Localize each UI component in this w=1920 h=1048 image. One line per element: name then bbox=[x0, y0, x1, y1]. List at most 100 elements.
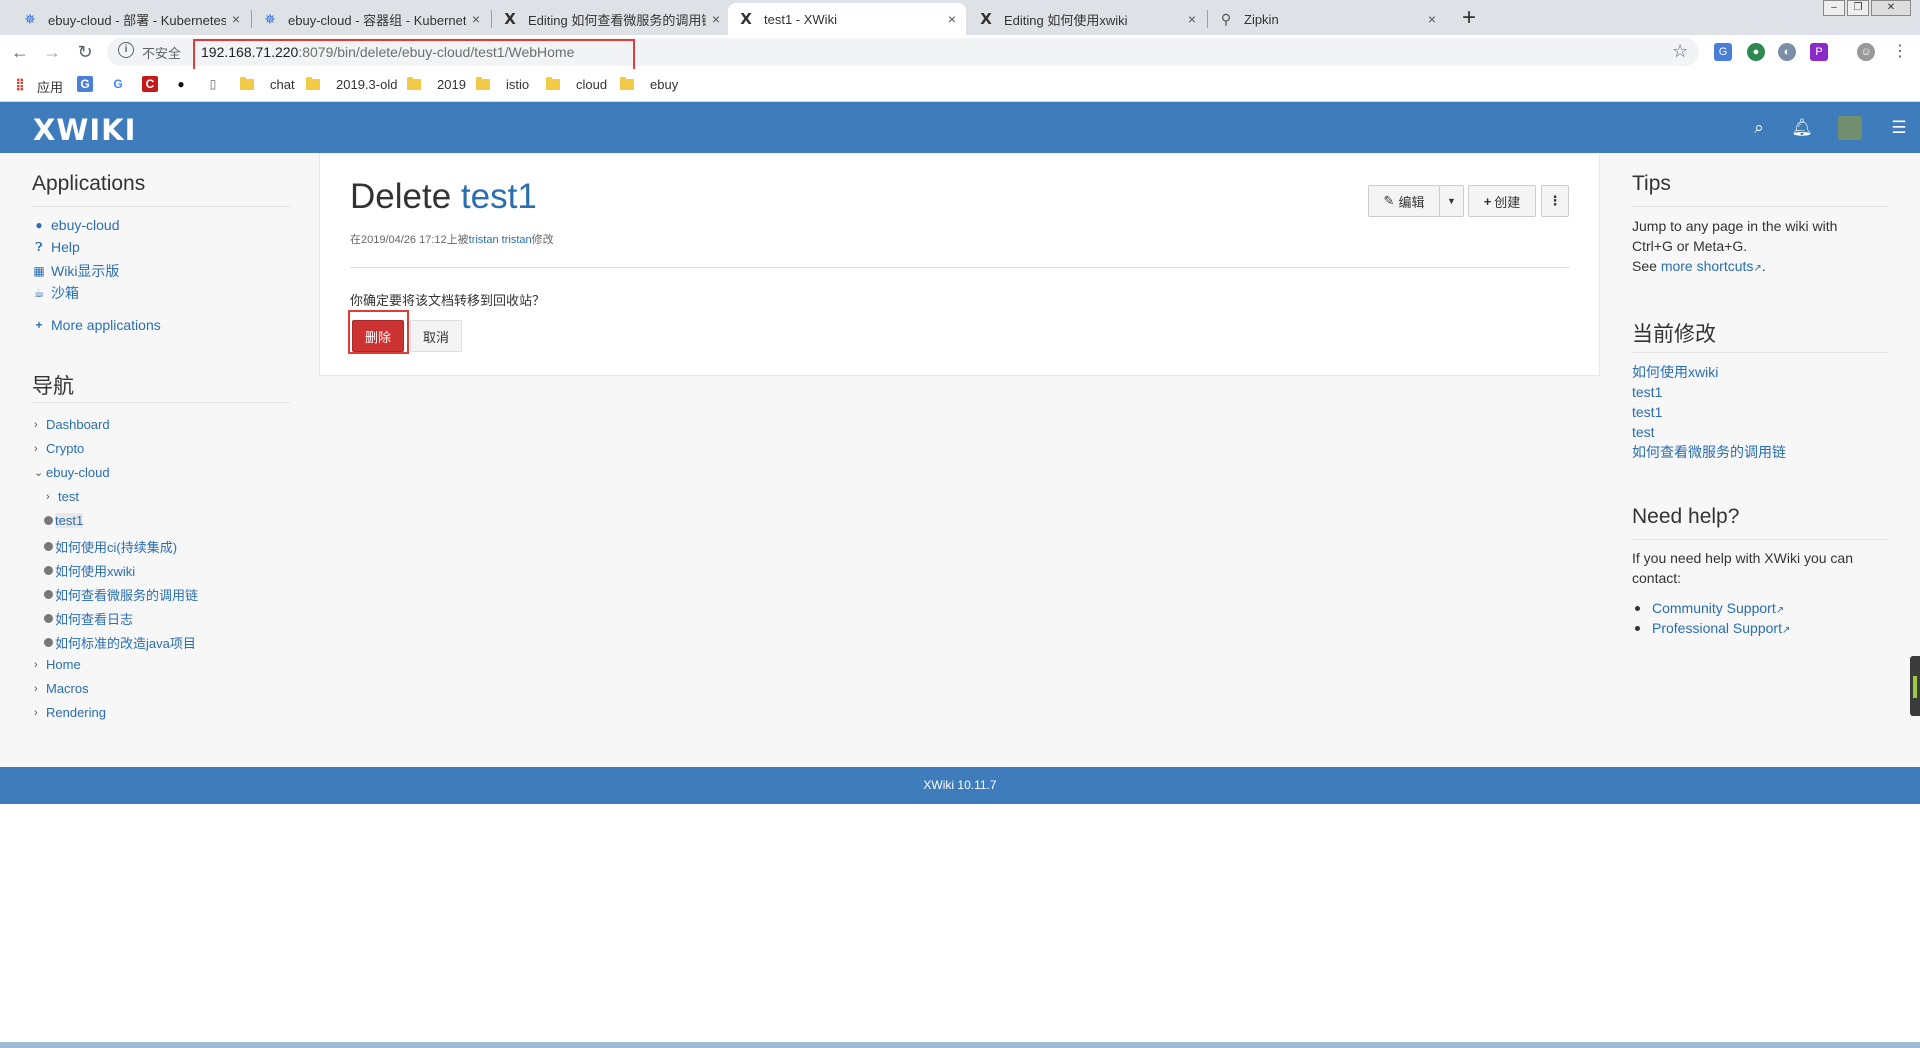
github-bookmark-icon[interactable]: ● bbox=[173, 76, 189, 92]
tree-item-rendering[interactable]: › Rendering bbox=[34, 705, 106, 720]
community-support-link[interactable]: Community Support bbox=[1652, 600, 1776, 616]
xwiki-logo[interactable]: XWIKI bbox=[33, 113, 136, 147]
bookmark-folder[interactable]: istio bbox=[476, 77, 529, 92]
more-actions-button[interactable]: ⋮ bbox=[1541, 185, 1569, 217]
tree-item-dashboard[interactable]: › Dashboard bbox=[34, 417, 110, 432]
close-icon[interactable]: × bbox=[948, 11, 956, 27]
tree-item-test1[interactable]: test1 bbox=[44, 513, 84, 528]
notification-bell-icon[interactable]: 🔔︎ bbox=[1791, 118, 1813, 138]
chevron-right-icon[interactable]: › bbox=[34, 707, 44, 719]
insecure-label: 不安全 bbox=[142, 46, 182, 61]
app-link-help[interactable]: ❓︎ Help bbox=[32, 239, 79, 255]
app-link-sandbox[interactable]: ☕︎ 沙箱 bbox=[32, 283, 79, 303]
hamburger-menu-icon[interactable]: ☰ bbox=[1888, 118, 1910, 138]
browser-tab-strip: ✵ ebuy-cloud - 部署 - Kubernetes × ✵ ebuy-… bbox=[0, 0, 1920, 35]
browser-tab-active[interactable]: X test1 - XWiki × bbox=[728, 3, 966, 35]
close-icon[interactable]: × bbox=[232, 11, 240, 27]
tree-item-macros[interactable]: › Macros bbox=[34, 681, 89, 696]
divider bbox=[1632, 539, 1888, 540]
recent-change-link[interactable]: test1 bbox=[1632, 402, 1662, 422]
tree-item-ebuy-cloud[interactable]: ⌄ ebuy-cloud bbox=[34, 465, 110, 480]
tree-item[interactable]: 如何标准的改造java项目 bbox=[44, 633, 196, 652]
bookmark-label: istio bbox=[506, 77, 530, 92]
extension-icon[interactable]: ◐ bbox=[1778, 43, 1796, 61]
xwiki-icon: X bbox=[504, 10, 516, 28]
pp-extension-icon[interactable]: P bbox=[1810, 43, 1828, 61]
bookmark-folder[interactable]: ebuy bbox=[620, 77, 678, 92]
app-link-wiki-index[interactable]: ▦ Wiki显示版 bbox=[32, 261, 119, 281]
divider bbox=[350, 267, 1570, 268]
back-icon[interactable]: ← bbox=[8, 40, 32, 64]
bookmark-star-icon[interactable]: ☆ bbox=[1672, 41, 1688, 62]
bookmark-folder[interactable]: 2019.3-old bbox=[306, 77, 397, 92]
c-bookmark-icon[interactable]: C bbox=[142, 76, 158, 92]
tree-item[interactable]: 如何查看日志 bbox=[44, 609, 133, 628]
app-link-ebuy-cloud[interactable]: ● ebuy-cloud bbox=[32, 217, 119, 233]
page-dot-icon bbox=[44, 516, 53, 525]
chevron-right-icon[interactable]: › bbox=[34, 683, 44, 695]
close-icon[interactable]: × bbox=[472, 11, 480, 27]
page-title-prefix: Delete bbox=[350, 177, 452, 216]
new-tab-button[interactable]: + bbox=[1455, 4, 1483, 32]
tree-item-test[interactable]: › test bbox=[46, 489, 79, 504]
tree-item[interactable]: 如何使用ci(持续集成) bbox=[44, 537, 177, 556]
bullet bbox=[1635, 606, 1640, 611]
author-link[interactable]: tristan tristan bbox=[469, 234, 532, 246]
professional-support-link[interactable]: Professional Support bbox=[1652, 620, 1782, 636]
reload-icon[interactable]: ↻ bbox=[73, 40, 97, 64]
info-icon[interactable]: i bbox=[118, 42, 134, 58]
tree-item[interactable]: 如何查看微服务的调用链 bbox=[44, 585, 198, 604]
more-shortcuts-link[interactable]: more shortcuts bbox=[1661, 258, 1754, 274]
bullet bbox=[1635, 626, 1640, 631]
bookmark-folder[interactable]: chat bbox=[240, 77, 295, 92]
translate-extension-icon[interactable]: G bbox=[1714, 43, 1732, 61]
recent-changes-panel-title: 当前修改 bbox=[1632, 323, 1716, 346]
close-window-icon[interactable]: ✕ bbox=[1871, 0, 1911, 16]
restore-icon[interactable]: ❐ bbox=[1847, 0, 1869, 16]
create-button[interactable]: + 创建 bbox=[1468, 185, 1536, 217]
chevron-right-icon[interactable]: › bbox=[34, 443, 44, 455]
close-icon[interactable]: × bbox=[1428, 11, 1436, 27]
recent-change-link[interactable]: test1 bbox=[1632, 382, 1662, 402]
browser-tab[interactable]: ⚲ Zipkin × bbox=[1208, 3, 1446, 35]
page-dot-icon bbox=[44, 542, 53, 551]
page-bookmark-icon[interactable]: ▯ bbox=[205, 76, 221, 92]
chevron-right-icon[interactable]: › bbox=[46, 491, 56, 503]
more-applications-link[interactable]: + More applications bbox=[32, 317, 160, 333]
edit-button[interactable]: ✎ 编辑 bbox=[1368, 185, 1440, 217]
chevron-down-icon[interactable]: ⌄ bbox=[34, 466, 44, 479]
bookmark-folder[interactable]: 2019 bbox=[407, 77, 466, 92]
tree-item-crypto[interactable]: › Crypto bbox=[34, 441, 84, 456]
tips-line-1: Jump to any page in the wiki with bbox=[1632, 218, 1838, 234]
close-icon[interactable]: × bbox=[712, 11, 720, 27]
close-icon[interactable]: × bbox=[1188, 11, 1196, 27]
browser-tab[interactable]: ✵ ebuy-cloud - 容器组 - Kubernetes × bbox=[252, 3, 490, 35]
forward-icon[interactable]: → bbox=[40, 40, 64, 64]
translate-bookmark-icon[interactable]: G bbox=[77, 76, 93, 92]
minimize-icon[interactable]: – bbox=[1823, 0, 1845, 16]
recent-change-link[interactable]: 如何使用xwiki bbox=[1632, 362, 1718, 382]
edit-dropdown-button[interactable]: ▼ bbox=[1439, 185, 1464, 217]
chevron-right-icon[interactable]: › bbox=[34, 659, 44, 671]
page-title-link[interactable]: test1 bbox=[461, 177, 537, 216]
chevron-right-icon[interactable]: › bbox=[34, 419, 44, 431]
recent-change-link[interactable]: test bbox=[1632, 422, 1655, 442]
bookmark-folder[interactable]: cloud bbox=[546, 77, 607, 92]
search-icon[interactable]: ⌕ bbox=[1748, 118, 1770, 138]
side-widget-handle[interactable] bbox=[1910, 656, 1920, 716]
cancel-button[interactable]: 取消 bbox=[410, 320, 462, 352]
profile-icon[interactable]: ☺ bbox=[1857, 43, 1875, 61]
user-avatar[interactable] bbox=[1838, 116, 1862, 140]
browser-menu-icon[interactable]: ⋮ bbox=[1891, 43, 1909, 61]
browser-tab[interactable]: ✵ ebuy-cloud - 部署 - Kubernetes × bbox=[12, 3, 250, 35]
bookmark-apps[interactable]: 应用 bbox=[37, 77, 63, 96]
xwiki-footer: XWiki 10.11.7 bbox=[0, 767, 1920, 804]
browser-tab[interactable]: X Editing 如何查看微服务的调用链 × bbox=[492, 3, 730, 35]
globe-extension-icon[interactable]: ● bbox=[1747, 43, 1765, 61]
google-bookmark-icon[interactable]: G bbox=[110, 76, 126, 92]
apps-grid-icon[interactable]: ⣿ bbox=[12, 76, 28, 92]
tree-item-home[interactable]: › Home bbox=[34, 657, 81, 672]
tree-item[interactable]: 如何使用xwiki bbox=[44, 561, 135, 580]
recent-change-link[interactable]: 如何查看微服务的调用链 bbox=[1632, 442, 1786, 462]
browser-tab[interactable]: X Editing 如何使用xwiki × bbox=[968, 3, 1206, 35]
